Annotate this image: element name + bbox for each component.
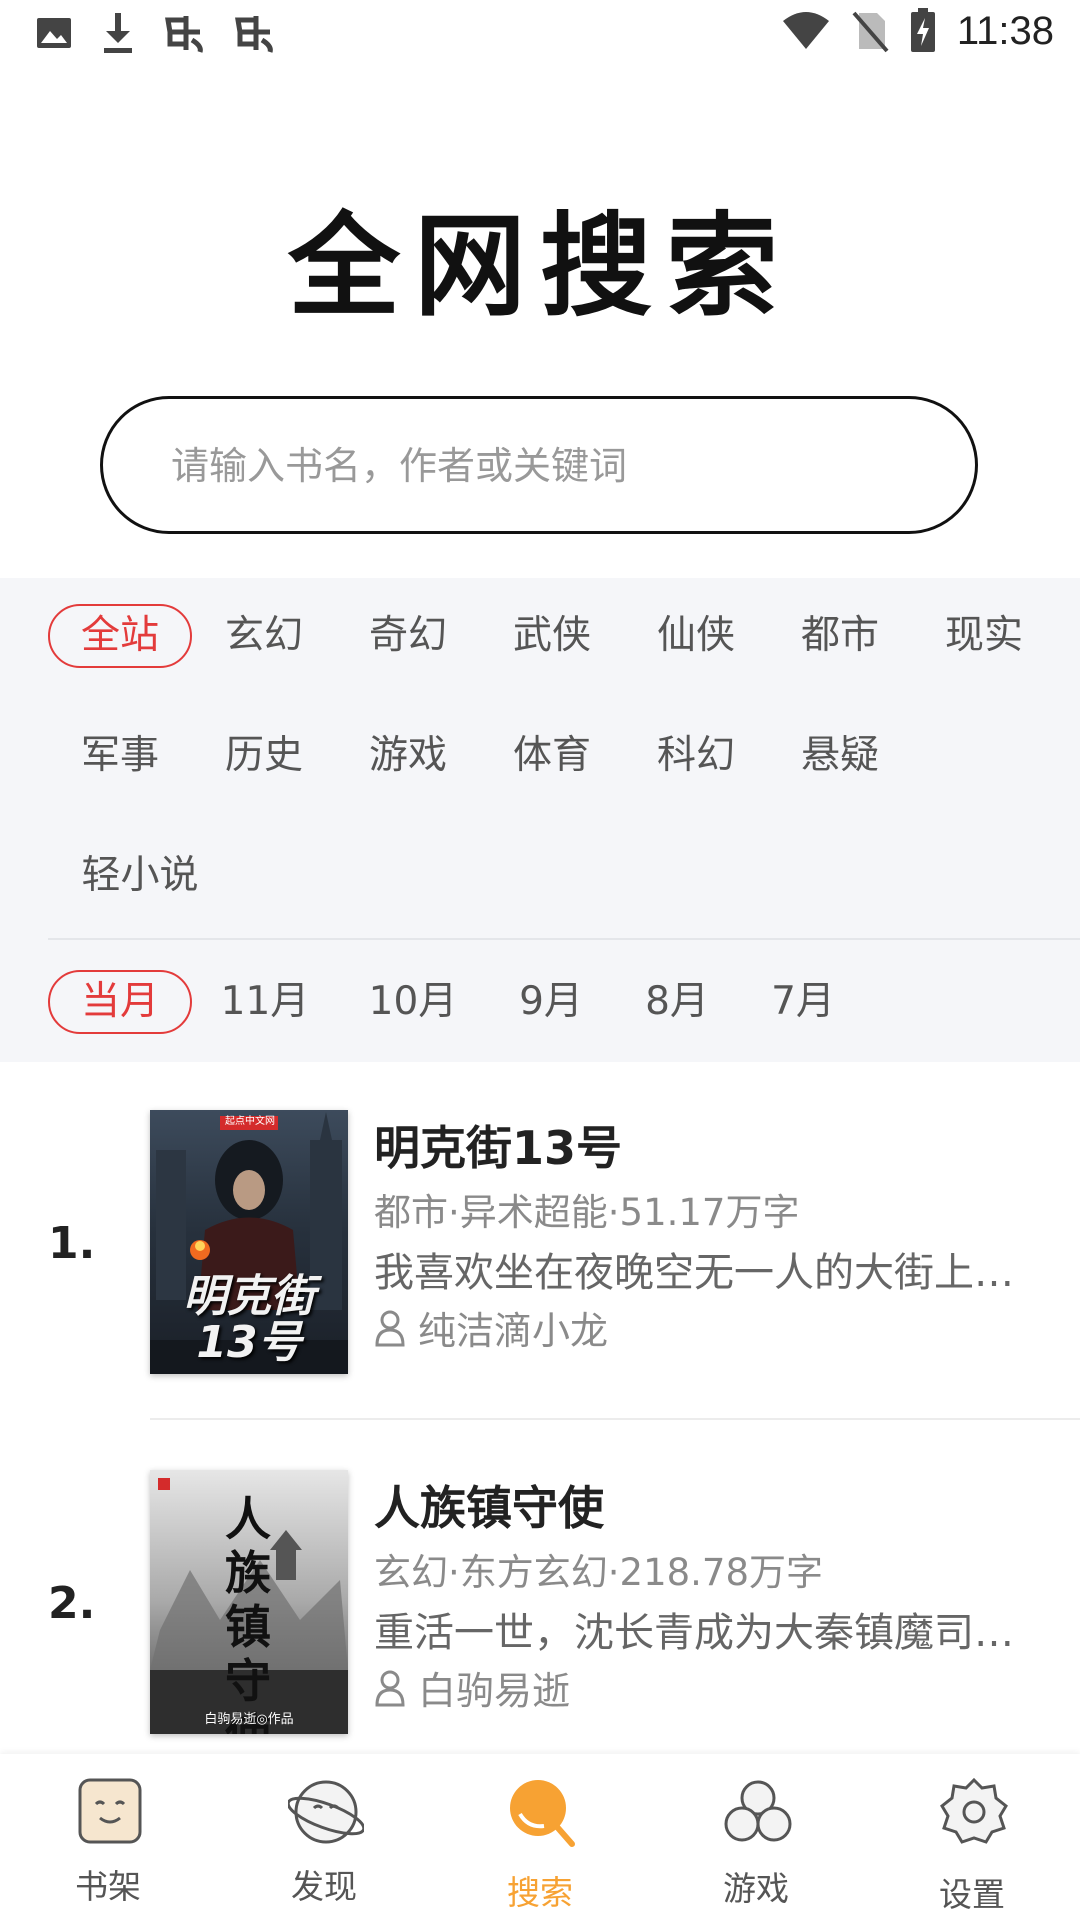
book-rank: 1. (48, 1218, 96, 1269)
nav-label: 书架 (75, 1867, 141, 1906)
author-icon (375, 1670, 405, 1706)
book-title[interactable]: 明克街13号 (374, 1112, 622, 1178)
game-icon (724, 1780, 792, 1842)
category-chip-all[interactable]: 全站 (48, 604, 192, 668)
cover-byline: 白驹易逝◎作品 (204, 1712, 294, 1727)
month-chip-7[interactable]: 7月 (758, 970, 848, 1034)
nav-item-discover[interactable]: 发现 (216, 1754, 432, 1920)
cover-title: 明克街13号 (183, 1271, 315, 1368)
category-chip-lishi[interactable]: 历史 (204, 724, 324, 788)
nav-label: 设置 (939, 1875, 1005, 1914)
category-chip-xianxia[interactable]: 仙侠 (636, 604, 756, 668)
category-chip-xuanyi[interactable]: 悬疑 (780, 724, 900, 788)
author-icon (375, 1310, 405, 1346)
category-chip-junshi[interactable]: 军事 (60, 724, 180, 788)
status-bar: 11:38 (0, 0, 1080, 76)
book-rank: 2. (48, 1578, 96, 1629)
nav-label: 搜索 (507, 1873, 573, 1912)
cover-publisher-badge: 起点中文网 (225, 1116, 275, 1127)
search-box[interactable] (100, 396, 978, 534)
book-description: 重活一世，沈长青成为大秦镇魔司… (374, 1610, 1014, 1656)
month-chip-11[interactable]: 11月 (210, 970, 320, 1034)
image-icon (37, 18, 71, 48)
category-chip-kehuan[interactable]: 科幻 (636, 724, 756, 788)
month-chip-9[interactable]: 9月 (506, 970, 596, 1034)
bug-icon (165, 16, 203, 53)
book-author: 白驹易逝 (374, 1660, 570, 1715)
book-author: 纯洁滴小龙 (374, 1300, 608, 1355)
category-chip-qingxiaoshuo[interactable]: 轻小说 (60, 844, 220, 908)
category-chip-youxi[interactable]: 游戏 (348, 724, 468, 788)
download-icon (104, 13, 132, 53)
nav-label: 发现 (291, 1867, 357, 1906)
nav-item-game[interactable]: 游戏 (648, 1754, 864, 1920)
bookshelf-icon (78, 1778, 142, 1844)
nav-label: 游戏 (723, 1869, 789, 1908)
book-meta: 玄幻·东方玄幻·218.78万字 (374, 1551, 823, 1594)
search-input[interactable] (169, 399, 933, 533)
book-cover[interactable]: 人族镇守使 白驹易逝◎作品 (150, 1470, 348, 1734)
filter-panel: 全站 玄幻 奇幻 武侠 仙侠 都市 现实 军事 历史 游戏 体育 科幻 悬疑 轻… (0, 578, 1080, 1062)
category-chip-wuxia[interactable]: 武侠 (492, 604, 612, 668)
book-title[interactable]: 人族镇守使 (374, 1472, 604, 1538)
category-chip-dushi[interactable]: 都市 (780, 604, 900, 668)
nav-item-search[interactable]: 搜索 (432, 1754, 648, 1920)
category-chip-xianshi[interactable]: 现实 (924, 604, 1044, 668)
bottom-nav: 书架 发现 搜索 游戏 设置 (0, 1754, 1080, 1920)
nav-item-settings[interactable]: 设置 (864, 1754, 1080, 1920)
filter-divider (48, 938, 1080, 940)
book-item[interactable]: 2. 人族镇守使 白驹易逝◎作品 人族镇守使 玄幻·东方玄幻·218.78万字 … (0, 1450, 1080, 1790)
month-chip-8[interactable]: 8月 (632, 970, 722, 1034)
month-chip-current[interactable]: 当月 (48, 970, 192, 1034)
author-name: 纯洁滴小龙 (418, 1309, 609, 1353)
wifi-icon (782, 12, 829, 49)
month-chip-10[interactable]: 10月 (358, 970, 468, 1034)
book-meta: 都市·异术超能·51.17万字 (374, 1191, 800, 1234)
search-icon (510, 1780, 575, 1847)
page-title: 全网搜索 (288, 202, 792, 332)
list-divider (150, 1418, 1080, 1420)
no-sim-icon (852, 11, 889, 53)
book-item[interactable]: 1. 起点中文网 明克街13号 明克街13号 都市·异术超能·51.17万字 我… (0, 1090, 1080, 1430)
category-chip-tiyu[interactable]: 体育 (492, 724, 612, 788)
clock: 11:38 (956, 8, 1054, 53)
bug-icon (235, 16, 273, 53)
discover-icon (288, 1780, 364, 1844)
book-description: 我喜欢坐在夜晚空无一人的大街上… (374, 1250, 1014, 1296)
category-chip-qihuan[interactable]: 奇幻 (348, 604, 468, 668)
author-name: 白驹易逝 (418, 1669, 571, 1713)
category-chip-xuanhuan[interactable]: 玄幻 (204, 604, 324, 668)
book-cover[interactable]: 起点中文网 明克街13号 (150, 1110, 348, 1374)
cover-title: 人族镇守使 (225, 1492, 271, 1734)
settings-icon (940, 1777, 1008, 1844)
nav-item-bookshelf[interactable]: 书架 (0, 1754, 216, 1920)
battery-charging-icon (910, 8, 935, 52)
